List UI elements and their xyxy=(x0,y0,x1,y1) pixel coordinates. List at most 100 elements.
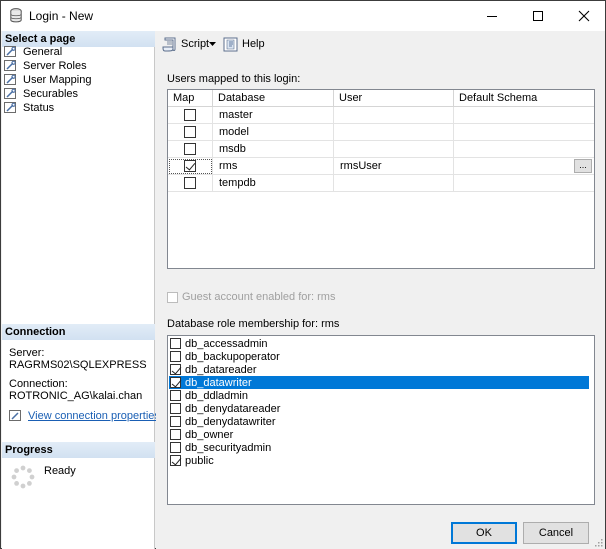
list-item[interactable]: db_accessadmin xyxy=(169,337,589,350)
script-button[interactable]: Script xyxy=(162,36,209,52)
users-mapped-label: Users mapped to this login: xyxy=(167,73,301,85)
maximize-button[interactable] xyxy=(515,1,561,31)
sidebar-item-label: User Mapping xyxy=(23,74,92,86)
column-header-map[interactable]: Map xyxy=(168,90,213,107)
wrench-page-icon xyxy=(4,74,16,85)
schema-cell[interactable] xyxy=(454,107,594,124)
role-name: public xyxy=(185,454,214,467)
role-name: db_securityadmin xyxy=(185,441,272,454)
resize-grip-icon[interactable] xyxy=(593,537,603,547)
sidebar-item-user-mapping[interactable]: User Mapping xyxy=(4,73,91,87)
role-name: db_datawriter xyxy=(185,376,252,389)
user-cell[interactable]: rmsUser xyxy=(334,158,454,175)
sidebar-item-label: Status xyxy=(23,102,55,114)
sidebar-item-server-roles[interactable]: Server Roles xyxy=(4,59,87,73)
map-cell xyxy=(168,124,213,141)
role-checkbox[interactable] xyxy=(170,338,181,349)
list-item[interactable]: db_datareader xyxy=(169,363,589,376)
script-dropdown-button[interactable] xyxy=(209,36,217,52)
table-row[interactable]: msdb xyxy=(168,141,594,158)
map-checkbox[interactable] xyxy=(184,177,196,189)
role-checkbox[interactable] xyxy=(170,377,181,388)
sidebar-item-securables[interactable]: Securables xyxy=(4,87,78,101)
role-name: db_owner xyxy=(185,428,234,441)
grid-header: Map Database User Default Schema xyxy=(168,90,594,107)
sidebar-item-general[interactable]: General xyxy=(4,45,62,59)
list-item[interactable]: db_securityadmin xyxy=(169,441,589,454)
list-item[interactable]: db_denydatareader xyxy=(169,402,589,415)
role-checkbox[interactable] xyxy=(170,351,181,362)
help-button[interactable]: Help xyxy=(223,36,265,52)
list-item-selected[interactable]: db_datawriter xyxy=(169,376,589,389)
connection-value: ROTRONIC_AG\kalai.chan xyxy=(9,390,143,402)
user-cell[interactable] xyxy=(334,107,454,124)
window-title: Login - New xyxy=(29,9,94,23)
role-name: db_accessadmin xyxy=(185,337,268,350)
map-cell xyxy=(168,107,213,124)
table-row-selected[interactable]: rms rmsUser ... xyxy=(168,158,594,175)
users-mapped-grid: Map Database User Default Schema master … xyxy=(167,89,595,269)
column-header-user[interactable]: User xyxy=(334,90,454,107)
progress-status: Ready xyxy=(44,465,76,477)
database-cell: master xyxy=(213,107,334,124)
user-cell[interactable] xyxy=(334,124,454,141)
title-bar: Login - New xyxy=(1,1,605,31)
role-checkbox[interactable] xyxy=(170,416,181,427)
role-checkbox[interactable] xyxy=(170,442,181,453)
minimize-icon xyxy=(487,16,497,17)
role-checkbox[interactable] xyxy=(170,403,181,414)
toolbar: Script Help xyxy=(156,31,605,57)
wrench-page-icon xyxy=(4,102,16,113)
schema-cell[interactable] xyxy=(454,141,594,158)
help-label: Help xyxy=(242,38,265,50)
map-checkbox[interactable] xyxy=(184,126,196,138)
cancel-button[interactable]: Cancel xyxy=(523,522,589,544)
column-header-database[interactable]: Database xyxy=(213,90,334,107)
map-checkbox[interactable] xyxy=(184,143,196,155)
script-label: Script xyxy=(181,38,210,50)
minimize-button[interactable] xyxy=(469,1,515,31)
table-row[interactable]: master xyxy=(168,107,594,124)
role-checkbox[interactable] xyxy=(170,429,181,440)
map-cell xyxy=(168,175,213,192)
role-checkbox[interactable] xyxy=(170,455,181,466)
role-membership-label: Database role membership for: rms xyxy=(167,318,340,330)
database-cell: rms xyxy=(213,158,334,175)
list-item[interactable]: db_ddladmin xyxy=(169,389,589,402)
map-cell xyxy=(168,141,213,158)
guest-account-checkbox xyxy=(167,291,178,303)
schema-cell[interactable] xyxy=(454,124,594,141)
dialog-footer: OK Cancel xyxy=(156,510,605,549)
user-mapping-panel: Users mapped to this login: Map Database… xyxy=(156,58,605,510)
map-checkbox[interactable] xyxy=(184,109,196,121)
connection-label: Connection: xyxy=(9,378,68,390)
guest-account-label: Guest account enabled for: rms xyxy=(182,291,336,303)
table-row[interactable]: tempdb xyxy=(168,175,594,192)
server-value: RAGRMS02\SQLEXPRESS xyxy=(9,359,147,371)
list-item[interactable]: db_backupoperator xyxy=(169,350,589,363)
schema-cell[interactable]: ... xyxy=(454,158,594,175)
view-connection-properties-link[interactable]: View connection properties xyxy=(9,410,160,422)
list-item[interactable]: public xyxy=(169,454,589,467)
sidebar-item-label: General xyxy=(23,46,63,58)
browse-schema-button[interactable]: ... xyxy=(574,159,592,173)
table-row[interactable]: model xyxy=(168,124,594,141)
column-header-default-schema[interactable]: Default Schema xyxy=(454,90,594,107)
database-cell: model xyxy=(213,124,334,141)
list-item[interactable]: db_owner xyxy=(169,428,589,441)
list-item[interactable]: db_denydatawriter xyxy=(169,415,589,428)
ok-button[interactable]: OK xyxy=(451,522,517,544)
sidebar-item-status[interactable]: Status xyxy=(4,101,54,115)
server-label: Server: xyxy=(9,347,45,359)
role-checkbox[interactable] xyxy=(170,364,181,375)
map-checkbox[interactable] xyxy=(184,160,196,172)
close-button[interactable] xyxy=(561,1,606,31)
close-icon xyxy=(578,10,590,22)
user-cell[interactable] xyxy=(334,175,454,192)
user-cell[interactable] xyxy=(334,141,454,158)
sidebar-item-label: Securables xyxy=(23,88,79,100)
schema-cell[interactable] xyxy=(454,175,594,192)
progress-header: Progress xyxy=(2,442,155,458)
role-checkbox[interactable] xyxy=(170,390,181,401)
database-icon xyxy=(10,8,22,23)
